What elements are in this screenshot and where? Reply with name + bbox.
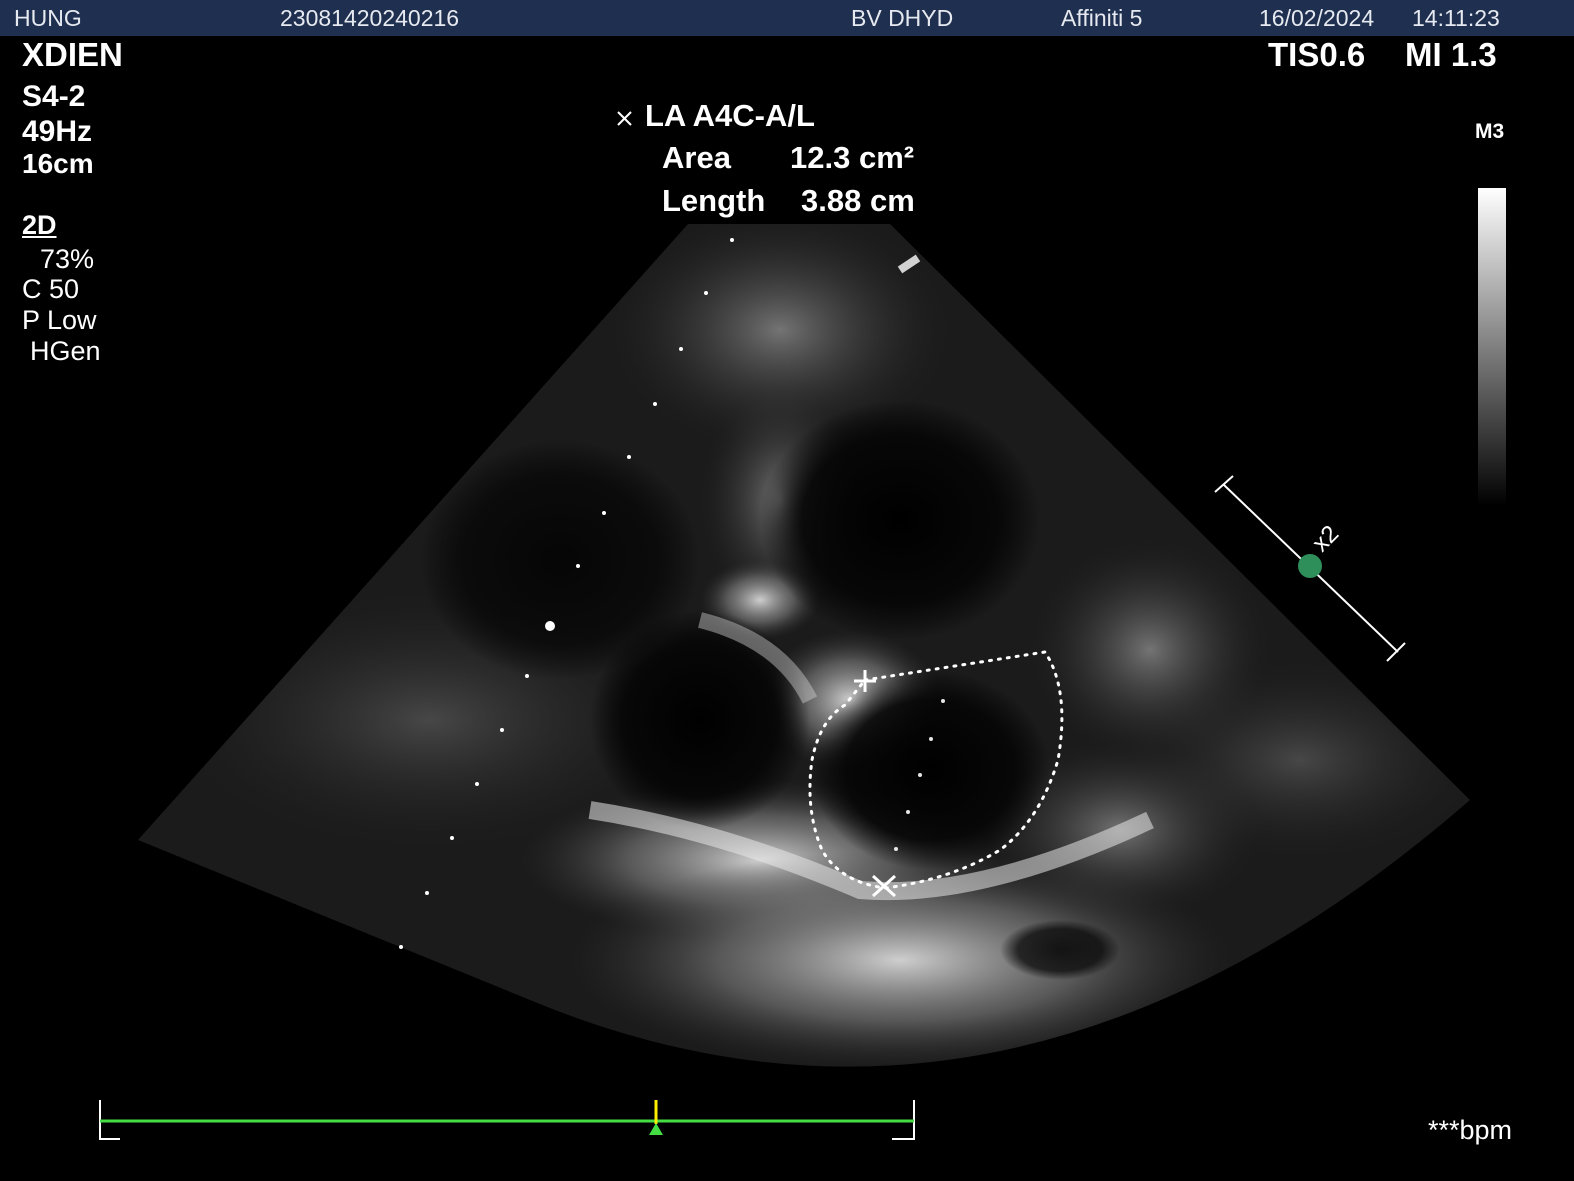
- tis-value: TIS0.6: [1268, 36, 1366, 73]
- compress-value: C 50: [22, 274, 80, 304]
- ultrasound-image: x2: [99, 111, 1506, 1140]
- gain-value: 73%: [40, 244, 95, 274]
- mode-label: 2D: [22, 210, 57, 240]
- grayscale-bar: [1478, 188, 1506, 506]
- frame-rate: 49Hz: [22, 115, 93, 148]
- depth-value: 16cm: [22, 148, 94, 179]
- measurement-title: LA A4C-A/L: [645, 98, 815, 133]
- area-label: Area: [662, 140, 731, 175]
- probe-name: S4-2: [22, 80, 86, 113]
- zoom-label: x2: [1307, 520, 1344, 557]
- ecg-cursor-triangle-icon: [649, 1123, 663, 1135]
- frequency-value: HGen: [30, 336, 101, 366]
- length-label: Length: [662, 183, 766, 218]
- heart-rate: ***bpm: [1428, 1115, 1513, 1145]
- mi-value: MI 1.3: [1405, 36, 1497, 73]
- area-value: 12.3 cm²: [790, 140, 915, 175]
- operator-name: XDIEN: [22, 36, 123, 73]
- length-value: 3.88 cm: [801, 183, 915, 218]
- zoom-handle-icon: [1298, 554, 1322, 578]
- power-value: P Low: [22, 305, 97, 335]
- map-label: M3: [1475, 120, 1505, 143]
- measurement-marker-icon: [617, 111, 632, 126]
